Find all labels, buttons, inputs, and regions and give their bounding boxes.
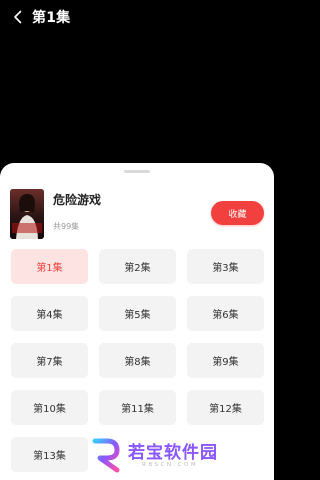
episode-title: 第1集: [32, 10, 71, 26]
episode-item[interactable]: 第11集: [99, 390, 176, 425]
episode-item[interactable]: 第5集: [99, 296, 176, 331]
watermark-text: 若宝软件园: [128, 443, 218, 463]
episode-item[interactable]: 第9集: [187, 343, 264, 378]
watermark: 若宝软件园 RBSCN.COM: [90, 437, 270, 473]
episode-item[interactable]: 第3集: [187, 249, 264, 284]
back-button[interactable]: [4, 0, 32, 34]
drama-info: 危险游戏 共99集 收藏: [10, 187, 264, 241]
drama-cover-image: [10, 189, 44, 239]
player-screen: 第1集 危险游戏 共99集 收藏 第1集 第2集 第3集 第4集 第5集 第6集…: [0, 0, 274, 480]
collect-button[interactable]: 收藏: [211, 201, 264, 225]
episode-count: 共99集: [53, 222, 80, 231]
episode-item[interactable]: 第8集: [99, 343, 176, 378]
chevron-left-icon: [14, 10, 22, 24]
watermark-logo-icon: [92, 437, 120, 473]
episode-item[interactable]: 第2集: [99, 249, 176, 284]
episode-item[interactable]: 第12集: [187, 390, 264, 425]
episode-item[interactable]: 第7集: [11, 343, 88, 378]
episode-item[interactable]: 第13集: [11, 437, 88, 472]
episode-item[interactable]: 第1集: [11, 249, 88, 284]
episode-item[interactable]: 第10集: [11, 390, 88, 425]
sheet-drag-handle[interactable]: [124, 170, 150, 173]
drama-title: 危险游戏: [53, 193, 102, 207]
cover-art: [10, 189, 44, 239]
watermark-subtext: RBSCN.COM: [142, 462, 199, 468]
top-bar: 第1集: [0, 0, 274, 34]
episode-item[interactable]: 第4集: [11, 296, 88, 331]
episode-sheet: 危险游戏 共99集 收藏 第1集 第2集 第3集 第4集 第5集 第6集 第7集…: [0, 163, 274, 480]
episode-item[interactable]: 第6集: [187, 296, 264, 331]
